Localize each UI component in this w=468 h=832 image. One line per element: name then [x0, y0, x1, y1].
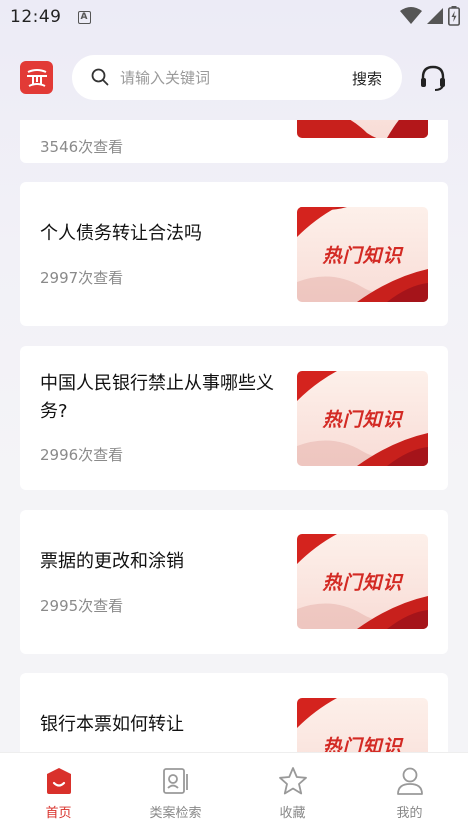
article-thumbnail — [297, 120, 428, 138]
nav-label: 我的 — [396, 806, 423, 821]
status-indicators — [400, 6, 460, 26]
bottom-nav: 首页 类案检索 收藏 我的 — [0, 752, 468, 832]
customer-service-icon[interactable] — [419, 64, 447, 92]
article-title: 个人债务转让合法吗 — [40, 223, 202, 244]
article-views: 2997次查看 — [40, 269, 124, 287]
app-logo-icon[interactable] — [20, 61, 53, 94]
article-list[interactable]: 3546次查看 个人债务转让合法吗 2997次查看 热门知识 中国人民银行禁止从… — [0, 120, 468, 752]
signal-icon — [427, 8, 443, 24]
wifi-icon — [400, 7, 422, 24]
status-time: 12:49 — [10, 7, 62, 27]
article-thumbnail-text: 热门知识 — [322, 409, 403, 431]
nav-label: 首页 — [45, 806, 72, 821]
battery-icon — [448, 6, 460, 26]
header: 搜索 — [0, 52, 468, 104]
article-card[interactable]: 个人债务转让合法吗 2997次查看 热门知识 — [20, 182, 448, 326]
user-icon — [396, 767, 423, 795]
article-views: 3546次查看 — [40, 138, 124, 156]
article-views: 2995次查看 — [40, 597, 124, 615]
article-card[interactable]: 3546次查看 — [20, 120, 448, 163]
nav-favorites[interactable]: 收藏 — [234, 753, 351, 832]
search-bar: 搜索 — [72, 55, 402, 100]
star-icon — [278, 767, 307, 795]
search-input[interactable] — [120, 55, 330, 100]
article-thumbnail-text: 热门知识 — [322, 245, 403, 267]
nav-label: 收藏 — [279, 806, 306, 821]
notification-icon: A — [77, 10, 91, 24]
article-title: 银行本票如何转让 — [40, 714, 184, 735]
nav-label: 类案检索 — [149, 806, 202, 821]
nav-case-search[interactable]: 类案检索 — [117, 753, 234, 832]
case-search-icon — [162, 768, 188, 794]
article-thumbnail: 热门知识 — [297, 534, 428, 629]
search-icon — [91, 68, 109, 86]
nav-home[interactable]: 首页 — [0, 753, 117, 832]
search-button[interactable]: 搜索 — [352, 68, 382, 89]
status-bar: 12:49 A — [0, 0, 468, 34]
nav-profile[interactable]: 我的 — [351, 753, 468, 832]
article-card[interactable]: 中国人民银行禁止从事哪些义务? 2996次查看 热门知识 — [20, 346, 448, 490]
article-title: 中国人民银行禁止从事哪些义务? — [40, 373, 274, 422]
article-thumbnail-text: 热门知识 — [322, 572, 403, 594]
article-thumbnail: 热门知识 — [297, 698, 428, 752]
article-views: 2996次查看 — [40, 446, 124, 464]
article-card[interactable]: 银行本票如何转让 热门知识 — [20, 673, 448, 752]
article-card[interactable]: 票据的更改和涂销 2995次查看 热门知识 — [20, 510, 448, 654]
home-icon — [46, 768, 71, 794]
article-thumbnail: 热门知识 — [297, 371, 428, 466]
article-title: 票据的更改和涂销 — [40, 551, 184, 572]
article-thumbnail-text: 热门知识 — [322, 736, 403, 752]
article-thumbnail: 热门知识 — [297, 207, 428, 302]
